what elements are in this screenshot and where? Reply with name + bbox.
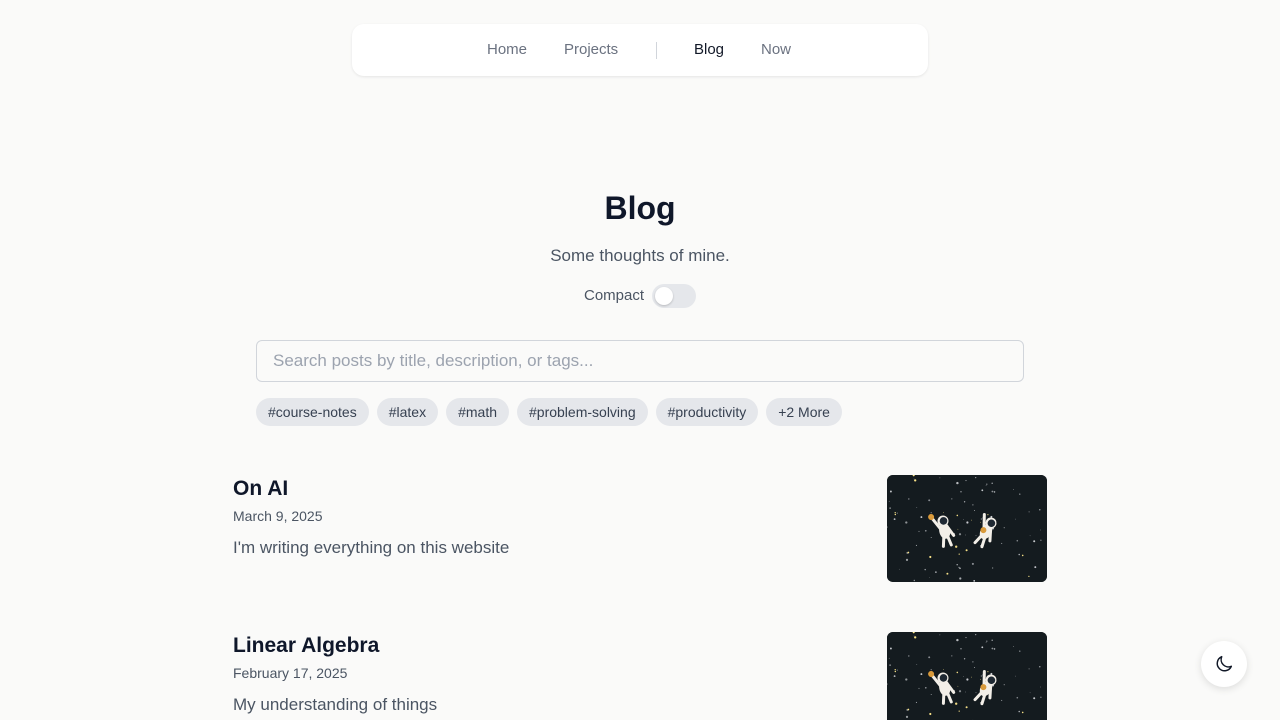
nav-projects[interactable]: Projects xyxy=(564,24,618,76)
tag-course-notes[interactable]: #course-notes xyxy=(256,398,369,426)
tag-filter-list: #course-notes #latex #math #problem-solv… xyxy=(256,398,842,426)
toggle-knob xyxy=(655,287,673,305)
post-date: February 17, 2025 xyxy=(233,665,348,681)
more-tags-button[interactable]: +2 More xyxy=(766,398,842,426)
theme-toggle-button[interactable] xyxy=(1201,641,1247,687)
astronauts-in-space-image xyxy=(887,475,1047,582)
post-date: March 9, 2025 xyxy=(233,508,323,524)
nav-separator xyxy=(656,42,657,59)
nav-blog[interactable]: Blog xyxy=(694,24,724,76)
post-description: My understanding of things xyxy=(233,695,438,714)
post-title[interactable]: On AI xyxy=(233,477,288,501)
tag-productivity[interactable]: #productivity xyxy=(655,398,759,426)
compact-toggle[interactable] xyxy=(652,284,696,308)
post-item[interactable]: On AI March 9, 2025 I'm writing everythi… xyxy=(233,475,1047,585)
tag-problem-solving[interactable]: #problem-solving xyxy=(517,398,648,426)
post-item[interactable]: Linear Algebra February 17, 2025 My unde… xyxy=(233,632,1047,720)
page-subtitle: Some thoughts of mine. xyxy=(550,246,730,265)
astronauts-in-space-image xyxy=(887,632,1047,720)
moon-icon xyxy=(1216,655,1233,672)
post-description: I'm writing everything on this website xyxy=(233,538,510,557)
tag-latex[interactable]: #latex xyxy=(376,398,439,426)
search-input[interactable] xyxy=(256,340,1024,382)
top-nav: Home Projects Blog Now xyxy=(352,24,928,76)
compact-label: Compact xyxy=(584,287,645,304)
tag-math[interactable]: #math xyxy=(446,398,509,426)
nav-home[interactable]: Home xyxy=(487,24,527,76)
page-title: Blog xyxy=(604,190,676,226)
post-thumbnail[interactable] xyxy=(887,632,1047,720)
post-title[interactable]: Linear Algebra xyxy=(233,634,379,658)
nav-now[interactable]: Now xyxy=(761,24,791,76)
post-thumbnail[interactable] xyxy=(887,475,1047,582)
